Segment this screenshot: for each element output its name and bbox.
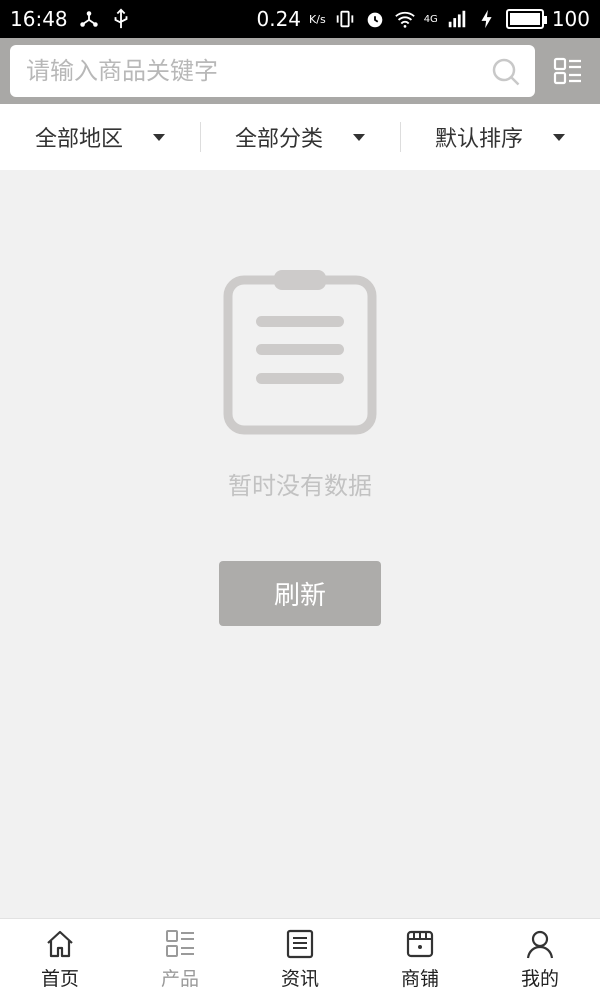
share-icon: [78, 8, 100, 30]
refresh-button[interactable]: 刷新: [219, 561, 381, 626]
nav-label-shop: 商铺: [400, 968, 439, 990]
signal-icon: [446, 8, 468, 30]
nav-item-products[interactable]: 产品: [120, 919, 240, 1000]
nav-label-profile: 我的: [520, 968, 559, 990]
nav-item-news[interactable]: 资讯: [240, 919, 360, 1000]
filter-sort[interactable]: 默认排序: [400, 104, 600, 170]
nav-item-home[interactable]: 首页: [0, 919, 120, 1000]
nav-label-news: 资讯: [280, 968, 319, 990]
caret-down-icon: [353, 133, 365, 141]
filter-category[interactable]: 全部分类: [200, 104, 400, 170]
nav-label-home: 首页: [40, 968, 79, 990]
network-speed-unit: K/s: [309, 12, 326, 26]
status-bar: 16:48 0.24 K/s 4G 100: [0, 0, 600, 38]
home-icon: [47, 930, 73, 958]
nav-item-shop[interactable]: 商铺: [360, 919, 480, 1000]
battery-icon: [505, 9, 547, 29]
filter-region[interactable]: 全部地区: [0, 104, 200, 170]
bottom-nav: 首页 产品 资讯 商铺 我的: [0, 918, 600, 1000]
clipboard-icon: [223, 270, 377, 435]
caret-down-icon: [153, 133, 165, 141]
filter-category-label: 全部分类: [234, 127, 323, 152]
shop-icon: [406, 930, 434, 958]
charging-icon: [476, 8, 498, 30]
vibrate-icon: [334, 8, 356, 30]
news-icon: [286, 929, 314, 959]
wifi-icon: [394, 8, 416, 30]
battery-level: 100: [551, 7, 590, 31]
network-type: 4G: [423, 13, 438, 25]
filter-region-label: 全部地区: [34, 127, 123, 152]
status-time: 16:48: [10, 7, 68, 31]
search-header: [0, 38, 600, 104]
profile-icon: [526, 930, 554, 959]
empty-state: 暂时没有数据 刷新: [0, 170, 600, 918]
product-list-icon: [166, 930, 194, 957]
network-speed: 0.24: [256, 7, 302, 31]
search-box[interactable]: [10, 45, 535, 97]
search-input[interactable]: [26, 57, 519, 85]
search-icon[interactable]: [491, 57, 521, 87]
alarm-icon: [364, 8, 386, 30]
usb-icon: [110, 8, 132, 30]
nav-label-products: 产品: [160, 968, 199, 990]
filter-bar: 全部地区 全部分类 默认排序: [0, 104, 600, 170]
filter-sort-label: 默认排序: [434, 127, 523, 152]
category-menu-icon[interactable]: [553, 56, 583, 86]
caret-down-icon: [553, 133, 565, 141]
nav-item-profile[interactable]: 我的: [480, 919, 600, 1000]
empty-message: 暂时没有数据: [228, 472, 372, 500]
